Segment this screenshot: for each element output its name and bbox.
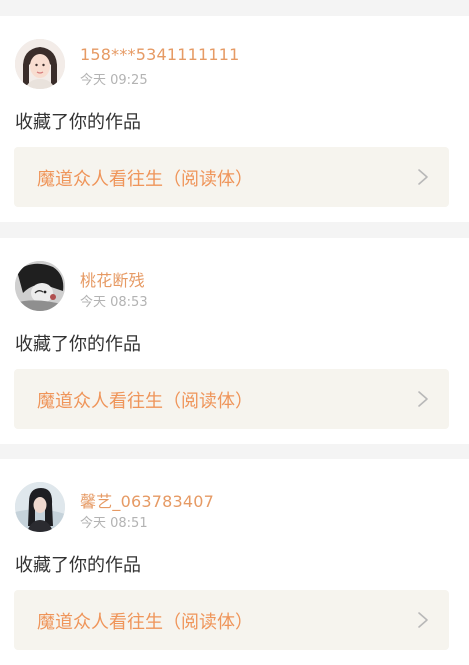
avatar-image bbox=[15, 261, 65, 311]
work-link[interactable]: 魔道众人看往生（阅读体） bbox=[14, 590, 449, 650]
work-link[interactable]: 魔道众人看往生（阅读体） bbox=[14, 147, 449, 207]
action-text: 收藏了你的作品 bbox=[15, 334, 141, 355]
work-title: 魔道众人看往生（阅读体） bbox=[37, 169, 253, 190]
avatar[interactable] bbox=[15, 39, 65, 89]
avatar-image bbox=[15, 39, 65, 89]
work-title: 魔道众人看往生（阅读体） bbox=[37, 391, 253, 412]
username[interactable]: 桃花断残 bbox=[80, 267, 145, 291]
username[interactable]: 158***5341111111 bbox=[80, 45, 240, 64]
avatar-image bbox=[15, 482, 65, 532]
timestamp: 今天 09:25 bbox=[80, 73, 148, 88]
notification-card: 桃花断残 今天 08:53 收藏了你的作品 魔道众人看往生（阅读体） bbox=[0, 238, 469, 444]
action-text: 收藏了你的作品 bbox=[15, 112, 141, 133]
chevron-right-icon bbox=[417, 168, 429, 186]
avatar[interactable] bbox=[15, 261, 65, 311]
timestamp: 今天 08:53 bbox=[80, 295, 148, 310]
timestamp: 今天 08:51 bbox=[80, 516, 148, 531]
work-title: 魔道众人看往生（阅读体） bbox=[37, 612, 253, 633]
action-text: 收藏了你的作品 bbox=[15, 555, 141, 576]
avatar[interactable] bbox=[15, 482, 65, 532]
work-link[interactable]: 魔道众人看往生（阅读体） bbox=[14, 369, 449, 429]
username[interactable]: 馨艺_063783407 bbox=[80, 488, 214, 512]
notification-feed: 158***5341111111 今天 09:25 收藏了你的作品 魔道众人看往… bbox=[0, 0, 469, 665]
notification-card: 馨艺_063783407 今天 08:51 收藏了你的作品 魔道众人看往生（阅读… bbox=[0, 459, 469, 665]
notification-card: 158***5341111111 今天 09:25 收藏了你的作品 魔道众人看往… bbox=[0, 16, 469, 222]
chevron-right-icon bbox=[417, 611, 429, 629]
chevron-right-icon bbox=[417, 390, 429, 408]
